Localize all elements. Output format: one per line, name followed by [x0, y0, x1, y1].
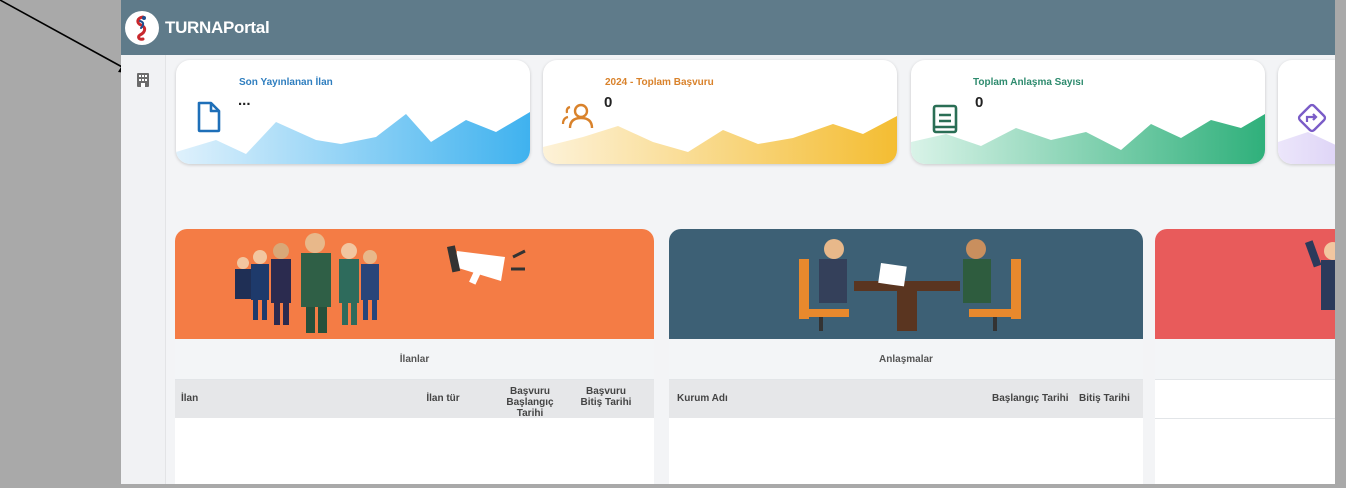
brand-name[interactable]: TURNAPortal: [165, 18, 270, 38]
column-header[interactable]: Kurum Adı: [677, 393, 728, 404]
panel-title: [1155, 339, 1335, 380]
column-header[interactable]: Başvuru Bitiş Tarihi: [576, 386, 636, 408]
panel-title: İlanlar: [175, 339, 654, 380]
card-title: Toplam Anlaşma Sayısı: [973, 77, 1084, 88]
card-wave-chart: [543, 116, 897, 164]
stat-card-total-applications[interactable]: 2024 - Toplam Başvuru 0: [543, 60, 897, 164]
stat-card-latest-announcement[interactable]: Son Yayınlanan İlan ...: [176, 60, 530, 164]
announcements-banner-illustration: [175, 229, 654, 339]
table-header: [1155, 380, 1335, 419]
direction-sign-icon: [1297, 103, 1327, 133]
panel-anlasmalar: Anlaşmalar Kurum Adı Başlangıç Tarihi Bi…: [669, 229, 1143, 484]
users-icon: [561, 103, 594, 129]
card-title: 2024 - Toplam Başvuru: [605, 77, 714, 88]
panel-title: Anlaşmalar: [669, 339, 1143, 380]
card-title: Son Yayınlanan İlan: [239, 77, 333, 88]
document-icon: [197, 101, 221, 133]
card-value: 0: [604, 94, 613, 111]
card-wave-chart: [176, 112, 530, 164]
stat-card-partial[interactable]: [1278, 60, 1335, 164]
panel-partial: [1155, 229, 1335, 484]
column-header[interactable]: Başlangıç Tarihi: [992, 393, 1069, 404]
sidebar: [121, 55, 166, 484]
column-header[interactable]: İlan: [181, 393, 198, 404]
column-header[interactable]: Başvuru Başlangıç Tarihi: [495, 386, 565, 419]
column-header[interactable]: İlan tür: [421, 393, 465, 404]
agreements-banner-illustration: [669, 229, 1143, 339]
card-value: ...: [238, 92, 251, 109]
annotation-arrow: [0, 0, 134, 74]
table-header: İlan İlan tür Başvuru Başlangıç Tarihi B…: [175, 380, 654, 419]
card-value: 0: [975, 94, 984, 111]
building-icon[interactable]: [136, 72, 150, 88]
third-banner-illustration: [1155, 229, 1335, 339]
book-icon: [932, 104, 958, 134]
panel-ilanlar: İlanlar İlan İlan tür Başvuru Başlangıç …: [175, 229, 654, 484]
column-header[interactable]: Bitiş Tarihi: [1079, 393, 1130, 404]
table-header: Kurum Adı Başlangıç Tarihi Bitiş Tarihi: [669, 380, 1143, 418]
card-wave-chart: [911, 114, 1265, 164]
stat-card-total-agreements[interactable]: Toplam Anlaşma Sayısı 0: [911, 60, 1265, 164]
top-bar: TURNAPortal: [121, 0, 1335, 55]
turna-logo-icon[interactable]: [125, 10, 159, 45]
portal-window: TURNAPortal Son Yayınlanan İlan ... 2024…: [121, 0, 1335, 484]
